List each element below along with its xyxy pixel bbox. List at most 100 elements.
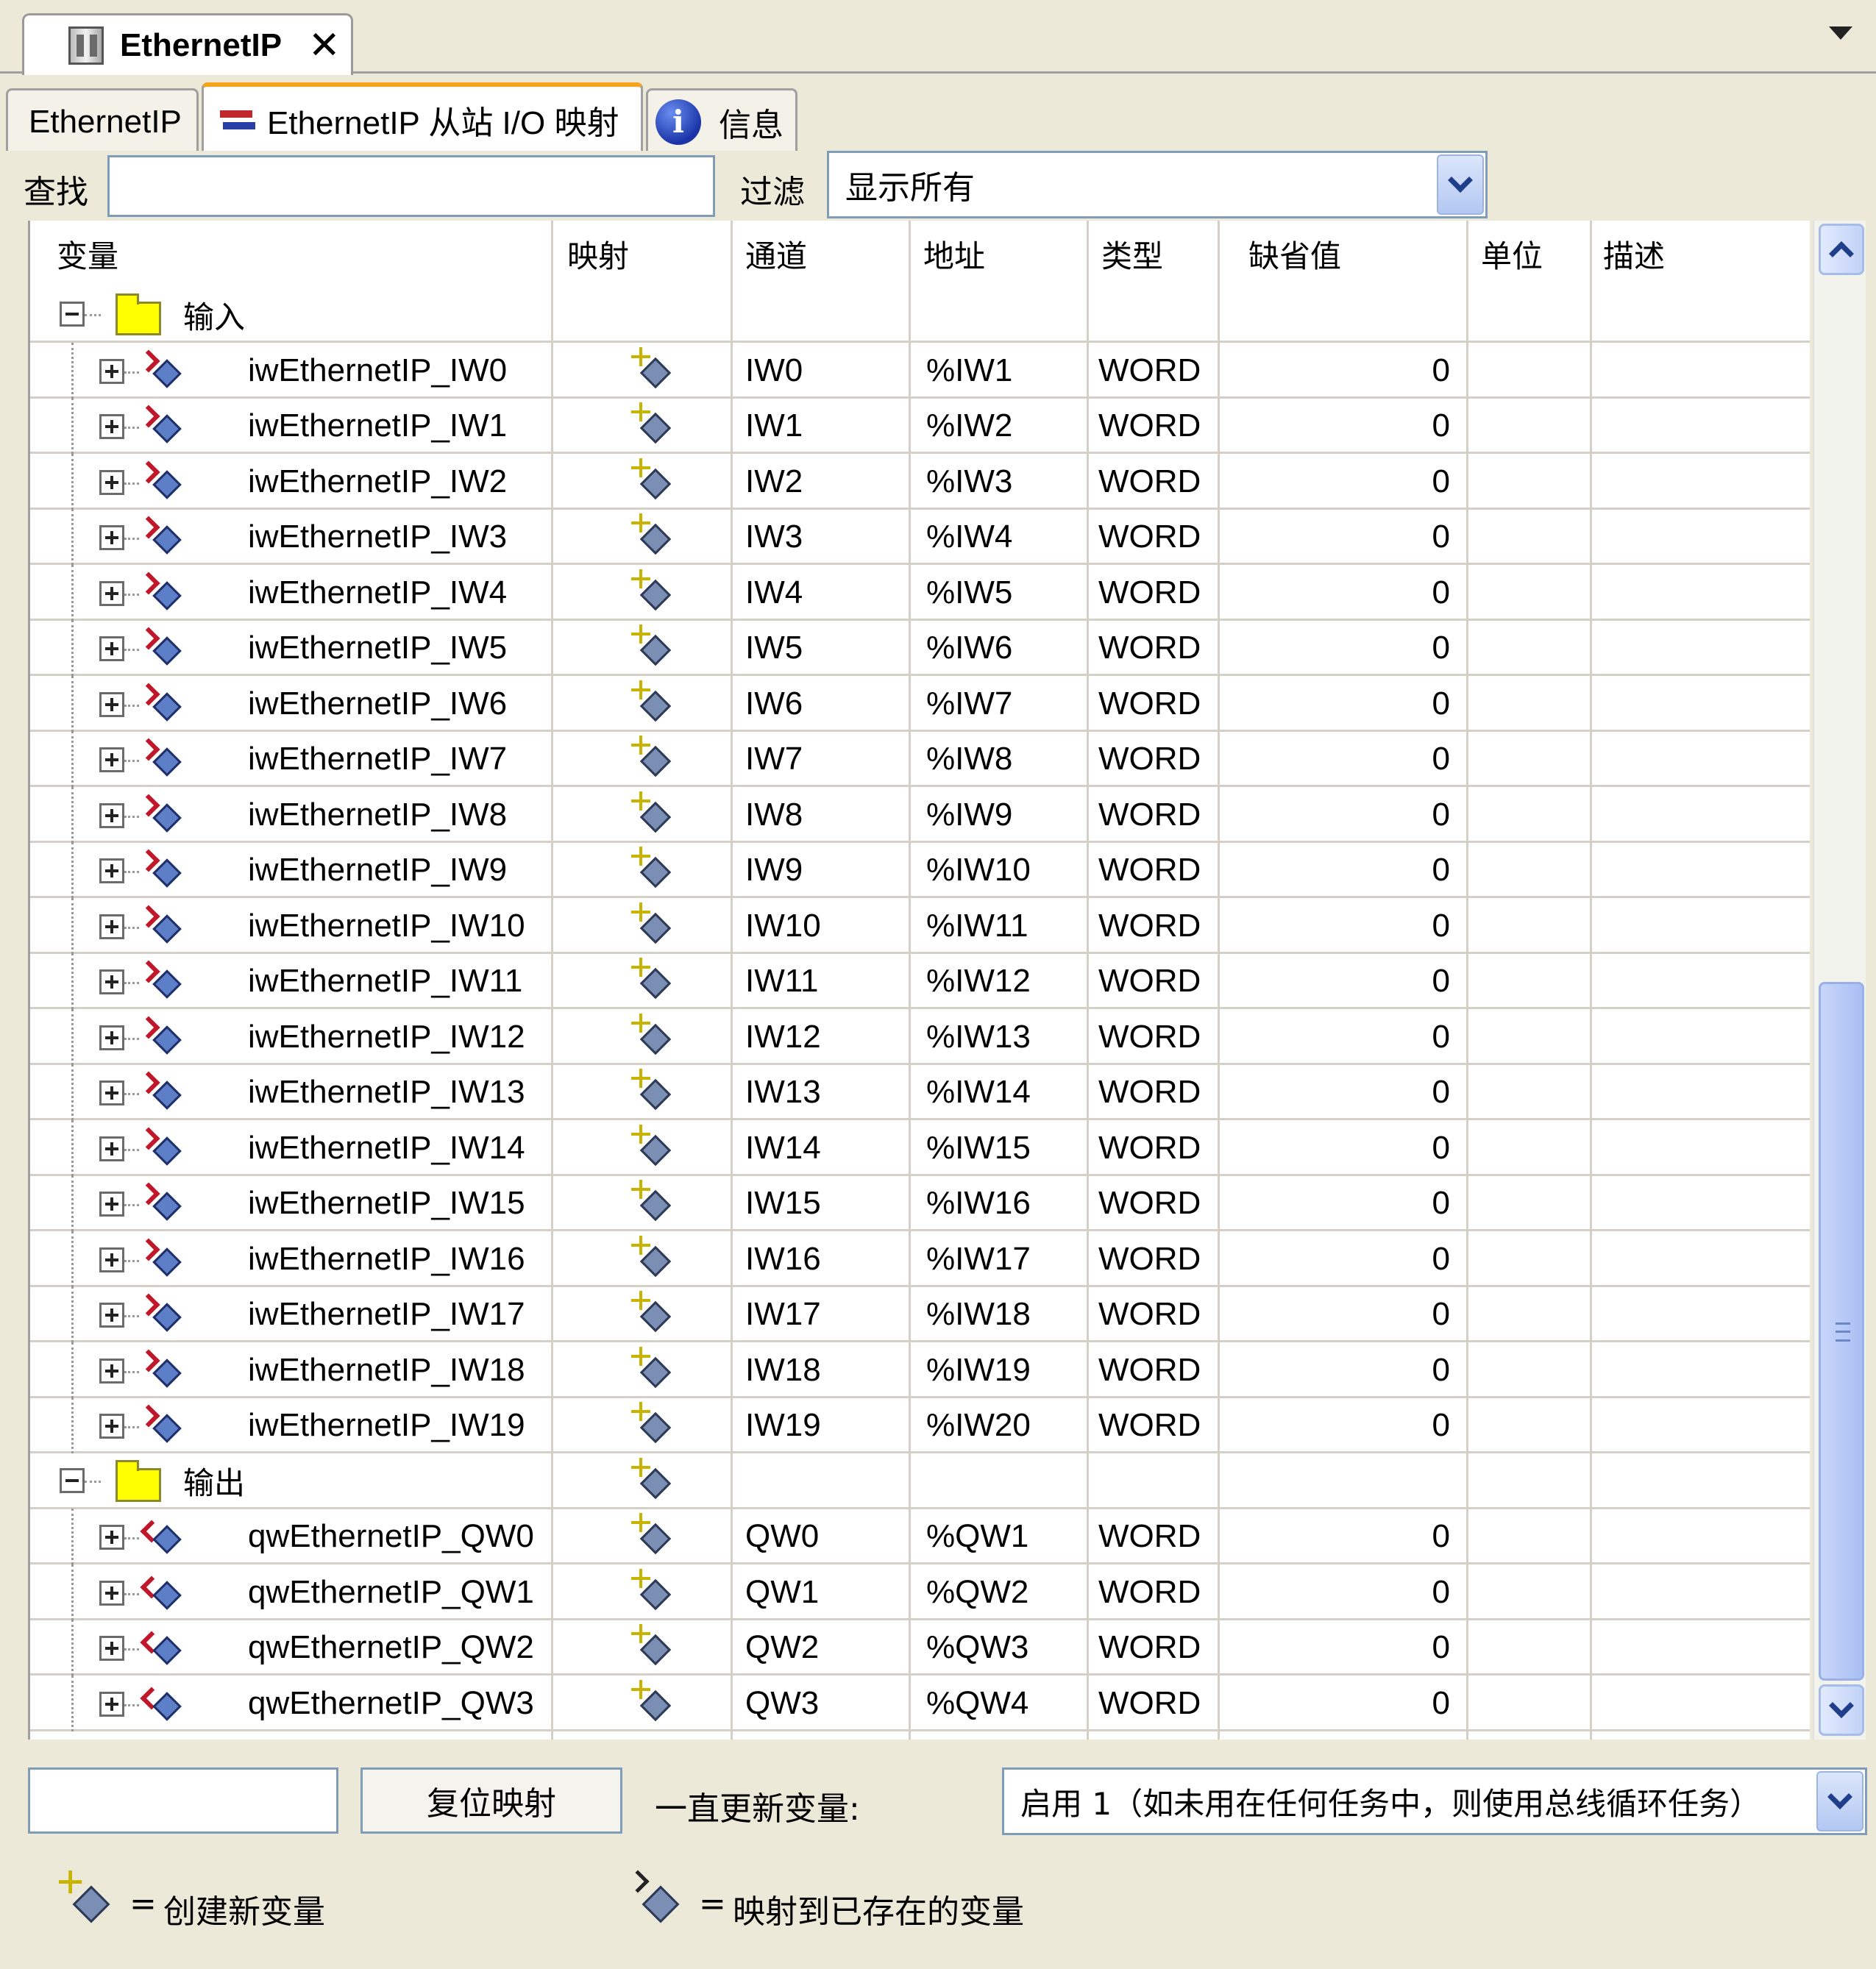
- table-row[interactable]: iwEthernetIP_IW13 IW13 %IW14 WORD 0: [30, 1064, 1810, 1120]
- table-row[interactable]: iwEthernetIP_IW8 IW8 %IW9 WORD 0: [30, 786, 1810, 843]
- tab-info[interactable]: i 信息: [646, 88, 797, 153]
- collapse-icon[interactable]: [60, 1467, 85, 1493]
- expand-icon[interactable]: [99, 802, 124, 828]
- create-variable-icon[interactable]: [630, 1346, 674, 1391]
- create-variable-icon[interactable]: [630, 569, 674, 613]
- create-variable-icon[interactable]: [630, 457, 674, 502]
- variable-name[interactable]: iwEthernetIP_IW18: [248, 1342, 525, 1398]
- col-header-address[interactable]: 地址: [923, 221, 985, 287]
- variable-name[interactable]: iwEthernetIP_IW5: [248, 620, 507, 676]
- variable-name[interactable]: iwEthernetIP_IW8: [248, 787, 507, 843]
- create-variable-icon[interactable]: [630, 1402, 674, 1446]
- reset-mapping-button[interactable]: 复位映射: [360, 1767, 622, 1834]
- default-value-cell[interactable]: 0: [1237, 1676, 1450, 1731]
- chevron-down-icon[interactable]: [1816, 1771, 1863, 1831]
- variable-name[interactable]: qwEthernetIP_QW1: [248, 1564, 534, 1620]
- col-header-type[interactable]: 类型: [1101, 221, 1163, 287]
- table-row[interactable]: iwEthernetIP_IW3 IW3 %IW4 WORD 0: [30, 509, 1810, 565]
- group-row-inputs[interactable]: 输入: [30, 287, 1810, 343]
- variable-name[interactable]: iwEthernetIP_IW12: [248, 1009, 525, 1065]
- create-variable-icon[interactable]: [630, 847, 674, 891]
- scrollbar-thumb[interactable]: [1819, 982, 1864, 1681]
- scroll-down-button[interactable]: [1819, 1684, 1864, 1736]
- variable-name[interactable]: iwEthernetIP_IW16: [248, 1231, 525, 1287]
- table-row[interactable]: qwEthernetIP_QW1 QW1 %QW2 WORD 0: [30, 1564, 1810, 1620]
- col-header-mapping[interactable]: 映射: [567, 221, 629, 287]
- vertical-scrollbar[interactable]: [1813, 221, 1866, 1740]
- expand-icon[interactable]: [99, 1303, 124, 1328]
- variable-name[interactable]: iwEthernetIP_IW0: [248, 343, 507, 399]
- document-tab-ethernetip[interactable]: EthernetIP ✕: [22, 13, 353, 75]
- expand-icon[interactable]: [99, 1080, 124, 1105]
- create-variable-icon[interactable]: [630, 402, 674, 446]
- variable-name[interactable]: iwEthernetIP_IW15: [248, 1175, 525, 1231]
- create-variable-icon[interactable]: [630, 1624, 674, 1668]
- table-row[interactable]: iwEthernetIP_IW0 IW0 %IW1 WORD 0: [30, 342, 1810, 399]
- expand-icon[interactable]: [99, 969, 124, 994]
- tab-slave-io-mapping[interactable]: EthernetIP 从站 I/O 映射: [202, 82, 643, 153]
- default-value-cell[interactable]: 0: [1237, 620, 1450, 676]
- expand-icon[interactable]: [99, 1025, 124, 1050]
- table-row[interactable]: iwEthernetIP_IW10 IW10 %IW11 WORD 0: [30, 897, 1810, 954]
- expand-icon[interactable]: [99, 691, 124, 717]
- variable-name[interactable]: iwEthernetIP_IW14: [248, 1120, 525, 1176]
- default-value-cell[interactable]: 0: [1237, 1175, 1450, 1231]
- col-header-description[interactable]: 描述: [1603, 221, 1665, 287]
- expand-icon[interactable]: [99, 914, 124, 939]
- expand-icon[interactable]: [99, 358, 124, 384]
- default-value-cell[interactable]: 0: [1237, 343, 1450, 399]
- group-row-outputs[interactable]: 输出: [30, 1453, 1810, 1509]
- default-value-cell[interactable]: 0: [1237, 953, 1450, 1009]
- variable-name[interactable]: iwEthernetIP_IW7: [248, 731, 507, 787]
- expand-icon[interactable]: [99, 414, 124, 439]
- expand-icon[interactable]: [99, 1192, 124, 1217]
- table-row[interactable]: iwEthernetIP_IW6 IW6 %IW7 WORD 0: [30, 675, 1810, 732]
- col-header-unit[interactable]: 单位: [1481, 221, 1543, 287]
- expand-icon[interactable]: [99, 1691, 124, 1717]
- table-row[interactable]: iwEthernetIP_IW12 IW12 %IW13 WORD 0: [30, 1008, 1810, 1065]
- variable-name[interactable]: iwEthernetIP_IW19: [248, 1397, 525, 1453]
- create-variable-icon[interactable]: [630, 1568, 674, 1613]
- default-value-cell[interactable]: 0: [1237, 398, 1450, 454]
- create-variable-icon[interactable]: [630, 1513, 674, 1557]
- default-value-cell[interactable]: 0: [1237, 898, 1450, 954]
- variable-name[interactable]: iwEthernetIP_IW4: [248, 565, 507, 621]
- create-variable-icon[interactable]: [630, 1235, 674, 1280]
- default-value-cell[interactable]: 0: [1237, 1120, 1450, 1176]
- default-value-cell[interactable]: 0: [1237, 676, 1450, 732]
- table-row[interactable]: iwEthernetIP_IW16 IW16 %IW17 WORD 0: [30, 1231, 1810, 1287]
- table-row[interactable]: iwEthernetIP_IW9 IW9 %IW10 WORD 0: [30, 842, 1810, 898]
- expand-icon[interactable]: [99, 747, 124, 772]
- expand-icon[interactable]: [99, 1636, 124, 1661]
- default-value-cell[interactable]: 0: [1237, 509, 1450, 565]
- variable-name[interactable]: iwEthernetIP_IW13: [248, 1064, 525, 1120]
- default-value-cell[interactable]: 0: [1237, 1064, 1450, 1120]
- create-variable-icon[interactable]: [630, 1013, 674, 1058]
- table-row[interactable]: qwEthernetIP_QW3 QW3 %QW4 WORD 0: [30, 1675, 1810, 1731]
- default-value-cell[interactable]: 0: [1237, 731, 1450, 787]
- default-value-cell[interactable]: 0: [1237, 454, 1450, 510]
- expand-icon[interactable]: [99, 636, 124, 661]
- default-value-cell[interactable]: 0: [1237, 1620, 1450, 1676]
- table-row[interactable]: iwEthernetIP_IW14 IW14 %IW15 WORD 0: [30, 1119, 1810, 1176]
- table-row[interactable]: iwEthernetIP_IW4 IW4 %IW5 WORD 0: [30, 564, 1810, 621]
- default-value-cell[interactable]: 0: [1237, 1286, 1450, 1342]
- expand-icon[interactable]: [99, 525, 124, 550]
- chevron-down-icon[interactable]: [1437, 154, 1484, 215]
- create-variable-icon[interactable]: [630, 1124, 674, 1169]
- col-header-variable[interactable]: 变量: [57, 221, 118, 287]
- table-row[interactable]: iwEthernetIP_IW19 IW19 %IW20 WORD 0: [30, 1397, 1810, 1453]
- variable-name[interactable]: qwEthernetIP_QW2: [248, 1620, 534, 1676]
- default-value-cell[interactable]: 0: [1237, 842, 1450, 898]
- table-row[interactable]: iwEthernetIP_IW15 IW15 %IW16 WORD 0: [30, 1175, 1810, 1231]
- table-row[interactable]: iwEthernetIP_IW18 IW18 %IW19 WORD 0: [30, 1342, 1810, 1398]
- tab-list-dropdown-icon[interactable]: [1829, 26, 1852, 40]
- create-variable-icon[interactable]: [630, 902, 674, 947]
- create-variable-icon[interactable]: [630, 1180, 674, 1224]
- variable-name[interactable]: iwEthernetIP_IW6: [248, 676, 507, 732]
- expand-icon[interactable]: [99, 580, 124, 606]
- default-value-cell[interactable]: 0: [1237, 565, 1450, 621]
- expand-icon[interactable]: [99, 1414, 124, 1439]
- create-variable-icon[interactable]: [630, 958, 674, 1002]
- expand-icon[interactable]: [99, 858, 124, 883]
